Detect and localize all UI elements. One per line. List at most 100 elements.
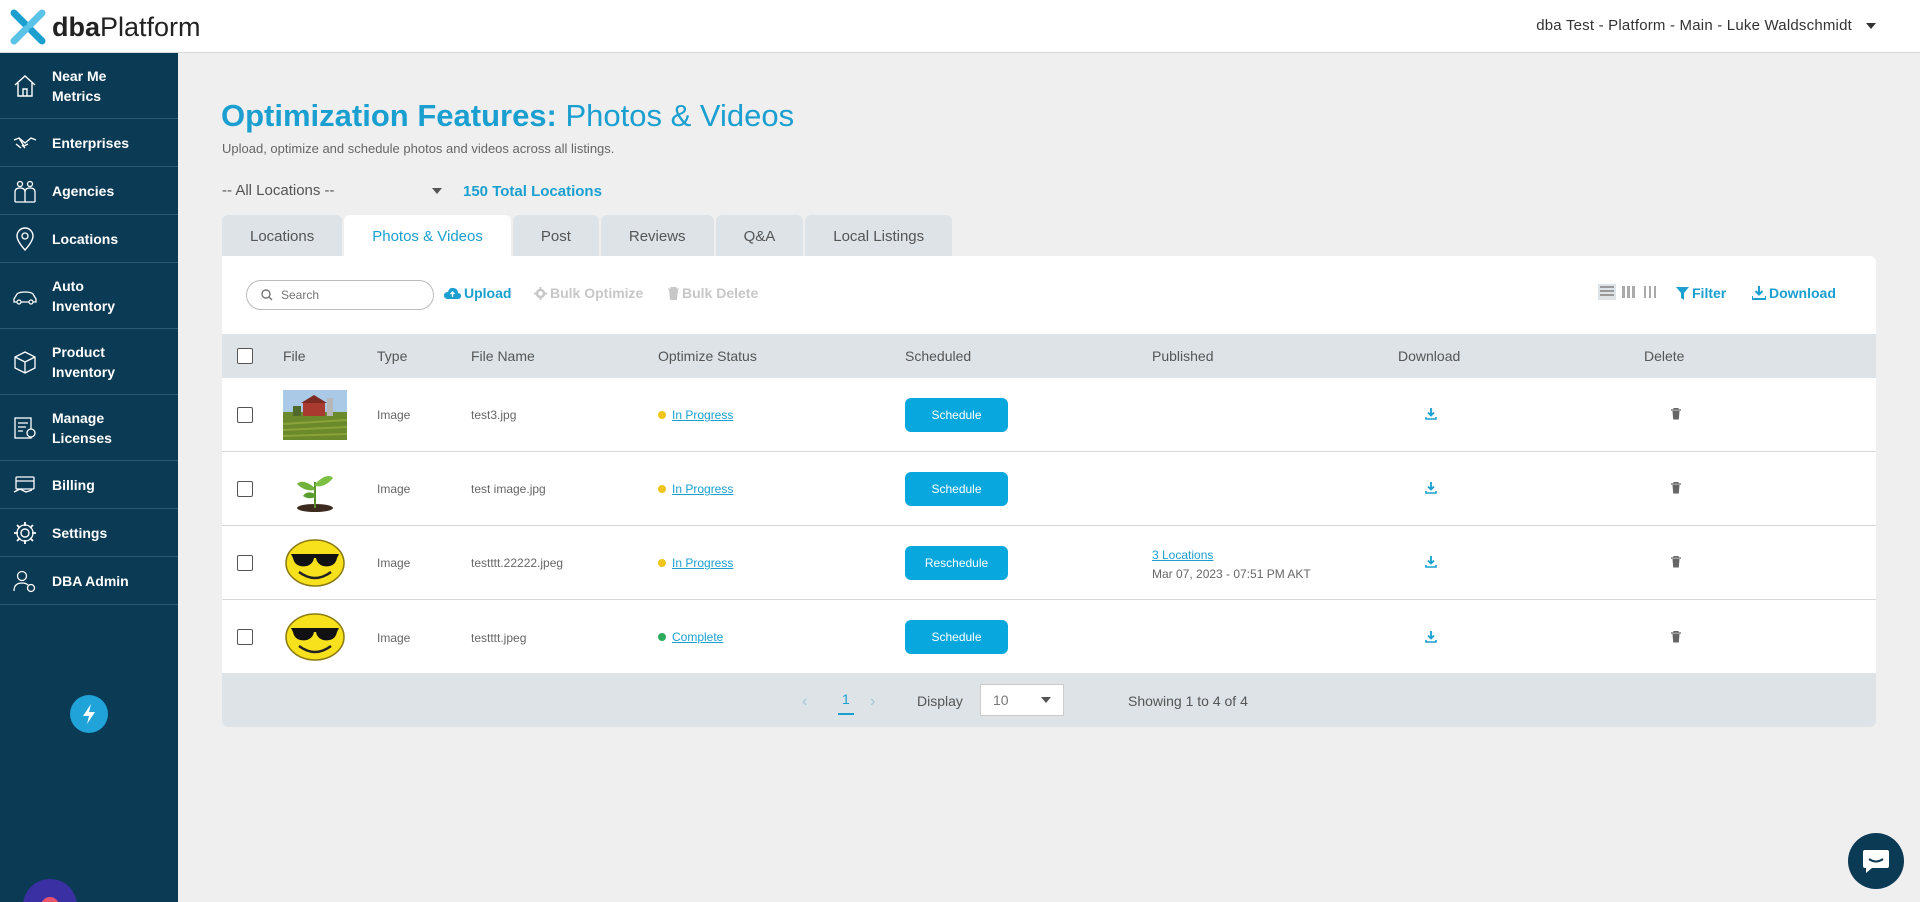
page-number-current[interactable]: 1 xyxy=(838,691,854,715)
tab-post[interactable]: Post xyxy=(512,215,599,257)
smiley-sunglasses-thumbnail[interactable] xyxy=(283,612,347,662)
sidebar-item-manage-licenses[interactable]: Manage Licenses xyxy=(0,395,178,461)
row-type: Image xyxy=(377,482,411,496)
tab-qa[interactable]: Q&A xyxy=(715,215,804,257)
column-header-file-name[interactable]: File Name xyxy=(471,348,535,364)
row-file-name: testttt.22222.jpeg xyxy=(471,556,564,570)
sidebar-item-dba-admin[interactable]: DBA Admin xyxy=(0,557,178,605)
table-row: Image testttt.jpeg Complete Schedule xyxy=(222,600,1876,674)
assistant-bubble-button[interactable] xyxy=(23,879,77,902)
tab-reviews[interactable]: Reviews xyxy=(600,215,714,257)
sidebar-item-billing[interactable]: Billing xyxy=(0,461,178,509)
chevron-right-icon[interactable]: › xyxy=(870,693,875,711)
column-header-published[interactable]: Published xyxy=(1152,348,1214,364)
row-optimize-status: In Progress xyxy=(658,408,733,422)
list-view-icon[interactable] xyxy=(1598,284,1616,300)
row-checkbox[interactable] xyxy=(237,629,253,645)
status-link[interactable]: In Progress xyxy=(672,482,733,496)
sidebar-item-settings[interactable]: Settings xyxy=(0,509,178,557)
row-published: 3 Locations Mar 07, 2023 - 07:51 PM AKT xyxy=(1152,546,1311,584)
column-header-delete[interactable]: Delete xyxy=(1644,348,1684,364)
sidebar-item-locations[interactable]: Locations xyxy=(0,215,178,263)
status-link[interactable]: In Progress xyxy=(672,408,733,422)
total-locations-link[interactable]: 150 Total Locations xyxy=(463,183,602,200)
bulk-optimize-button[interactable]: Bulk Optimize xyxy=(534,285,643,301)
chevron-down-icon xyxy=(1041,697,1051,703)
published-locations-link[interactable]: 3 Locations xyxy=(1152,546,1311,565)
column-view-icon[interactable] xyxy=(1644,286,1658,298)
location-select[interactable]: -- All Locations -- xyxy=(222,182,442,199)
download-icon[interactable] xyxy=(1425,631,1437,643)
sidebar-item-label: Manage Licenses xyxy=(52,409,112,446)
sidebar-item-enterprises[interactable]: Enterprises xyxy=(0,119,178,167)
select-all-checkbox[interactable] xyxy=(237,348,253,364)
dba-platform-logo[interactable]: dbaPlatform xyxy=(10,9,201,45)
status-link[interactable]: In Progress xyxy=(672,556,733,570)
column-header-file[interactable]: File xyxy=(283,348,306,364)
schedule-button[interactable]: Schedule xyxy=(905,398,1008,432)
status-link[interactable]: Complete xyxy=(672,630,723,644)
search-box[interactable] xyxy=(246,280,434,310)
download-icon[interactable] xyxy=(1425,556,1437,568)
trash-icon[interactable] xyxy=(1671,408,1681,420)
building-icon xyxy=(14,180,36,203)
gear-icon xyxy=(14,521,36,544)
schedule-button[interactable]: Schedule xyxy=(905,620,1008,654)
bulk-delete-label: Bulk Delete xyxy=(682,285,759,301)
row-optimize-status: In Progress xyxy=(658,556,733,570)
sidebar-item-product-inventory[interactable]: Product Inventory xyxy=(0,329,178,395)
filter-button[interactable]: Filter xyxy=(1676,285,1726,301)
pagination-bar: ‹ 1 › Display 10 Showing 1 to 4 of 4 xyxy=(222,673,1876,727)
row-checkbox[interactable] xyxy=(237,555,253,571)
download-button[interactable]: Download xyxy=(1752,285,1836,301)
row-file-name: test3.jpg xyxy=(471,408,517,422)
upload-button[interactable]: Upload xyxy=(444,285,511,301)
column-header-scheduled[interactable]: Scheduled xyxy=(905,348,971,364)
per-page-select[interactable]: 10 xyxy=(980,684,1064,716)
smiley-sunglasses-thumbnail[interactable] xyxy=(283,538,347,588)
row-checkbox[interactable] xyxy=(237,407,253,423)
row-checkbox[interactable] xyxy=(237,481,253,497)
trash-icon xyxy=(668,286,679,300)
filter-label: Filter xyxy=(1692,285,1727,301)
sidebar-item-auto-inventory[interactable]: Auto Inventory xyxy=(0,263,178,329)
bulk-delete-button[interactable]: Bulk Delete xyxy=(668,285,758,301)
trash-icon[interactable] xyxy=(1671,556,1681,568)
published-date: Mar 07, 2023 - 07:51 PM AKT xyxy=(1152,567,1311,581)
tab-photos-videos[interactable]: Photos & Videos xyxy=(344,215,511,257)
column-header-optimize-status[interactable]: Optimize Status xyxy=(658,348,757,364)
download-icon[interactable] xyxy=(1425,408,1437,420)
sidebar-item-label: Near Me Metrics xyxy=(52,67,107,104)
trash-icon[interactable] xyxy=(1671,482,1681,494)
page-title: Optimization Features: Photos & Videos xyxy=(221,98,795,133)
reschedule-button[interactable]: Reschedule xyxy=(905,546,1008,580)
sidebar-item-label: Enterprises xyxy=(52,134,130,151)
lightning-bolt-button[interactable] xyxy=(70,695,108,733)
account-switcher[interactable]: dba Test - Platform - Main - Luke Waldsc… xyxy=(1536,17,1876,34)
handshake-icon xyxy=(13,136,37,149)
map-pin-icon xyxy=(16,226,34,251)
cloud-upload-icon xyxy=(444,287,461,299)
download-icon[interactable] xyxy=(1425,482,1437,494)
tab-local-listings[interactable]: Local Listings xyxy=(805,215,953,257)
tab-locations[interactable]: Locations xyxy=(222,215,343,257)
status-dot xyxy=(658,485,666,493)
schedule-button[interactable]: Schedule xyxy=(905,472,1008,506)
column-header-type[interactable]: Type xyxy=(377,348,407,364)
trash-icon[interactable] xyxy=(1671,631,1681,643)
sidebar-item-label: Auto Inventory xyxy=(52,277,116,314)
sidebar-item-label: DBA Admin xyxy=(52,572,129,589)
chevron-left-icon[interactable]: ‹ xyxy=(802,693,807,711)
lightning-bolt-icon xyxy=(83,704,95,724)
farm-thumbnail[interactable] xyxy=(283,390,347,440)
column-header-download[interactable]: Download xyxy=(1398,348,1460,364)
sidebar-item-near-me-metrics[interactable]: Near Me Metrics xyxy=(0,53,178,119)
chat-button[interactable] xyxy=(1848,833,1904,889)
grid-view-icon[interactable] xyxy=(1622,286,1636,298)
account-name: dba Test - Platform - Main - Luke Waldsc… xyxy=(1536,17,1852,34)
chat-bubble-icon xyxy=(1863,850,1889,873)
license-icon xyxy=(14,416,36,439)
plant-thumbnail[interactable] xyxy=(283,464,347,514)
search-input[interactable] xyxy=(281,288,421,302)
sidebar-item-agencies[interactable]: Agencies xyxy=(0,167,178,215)
